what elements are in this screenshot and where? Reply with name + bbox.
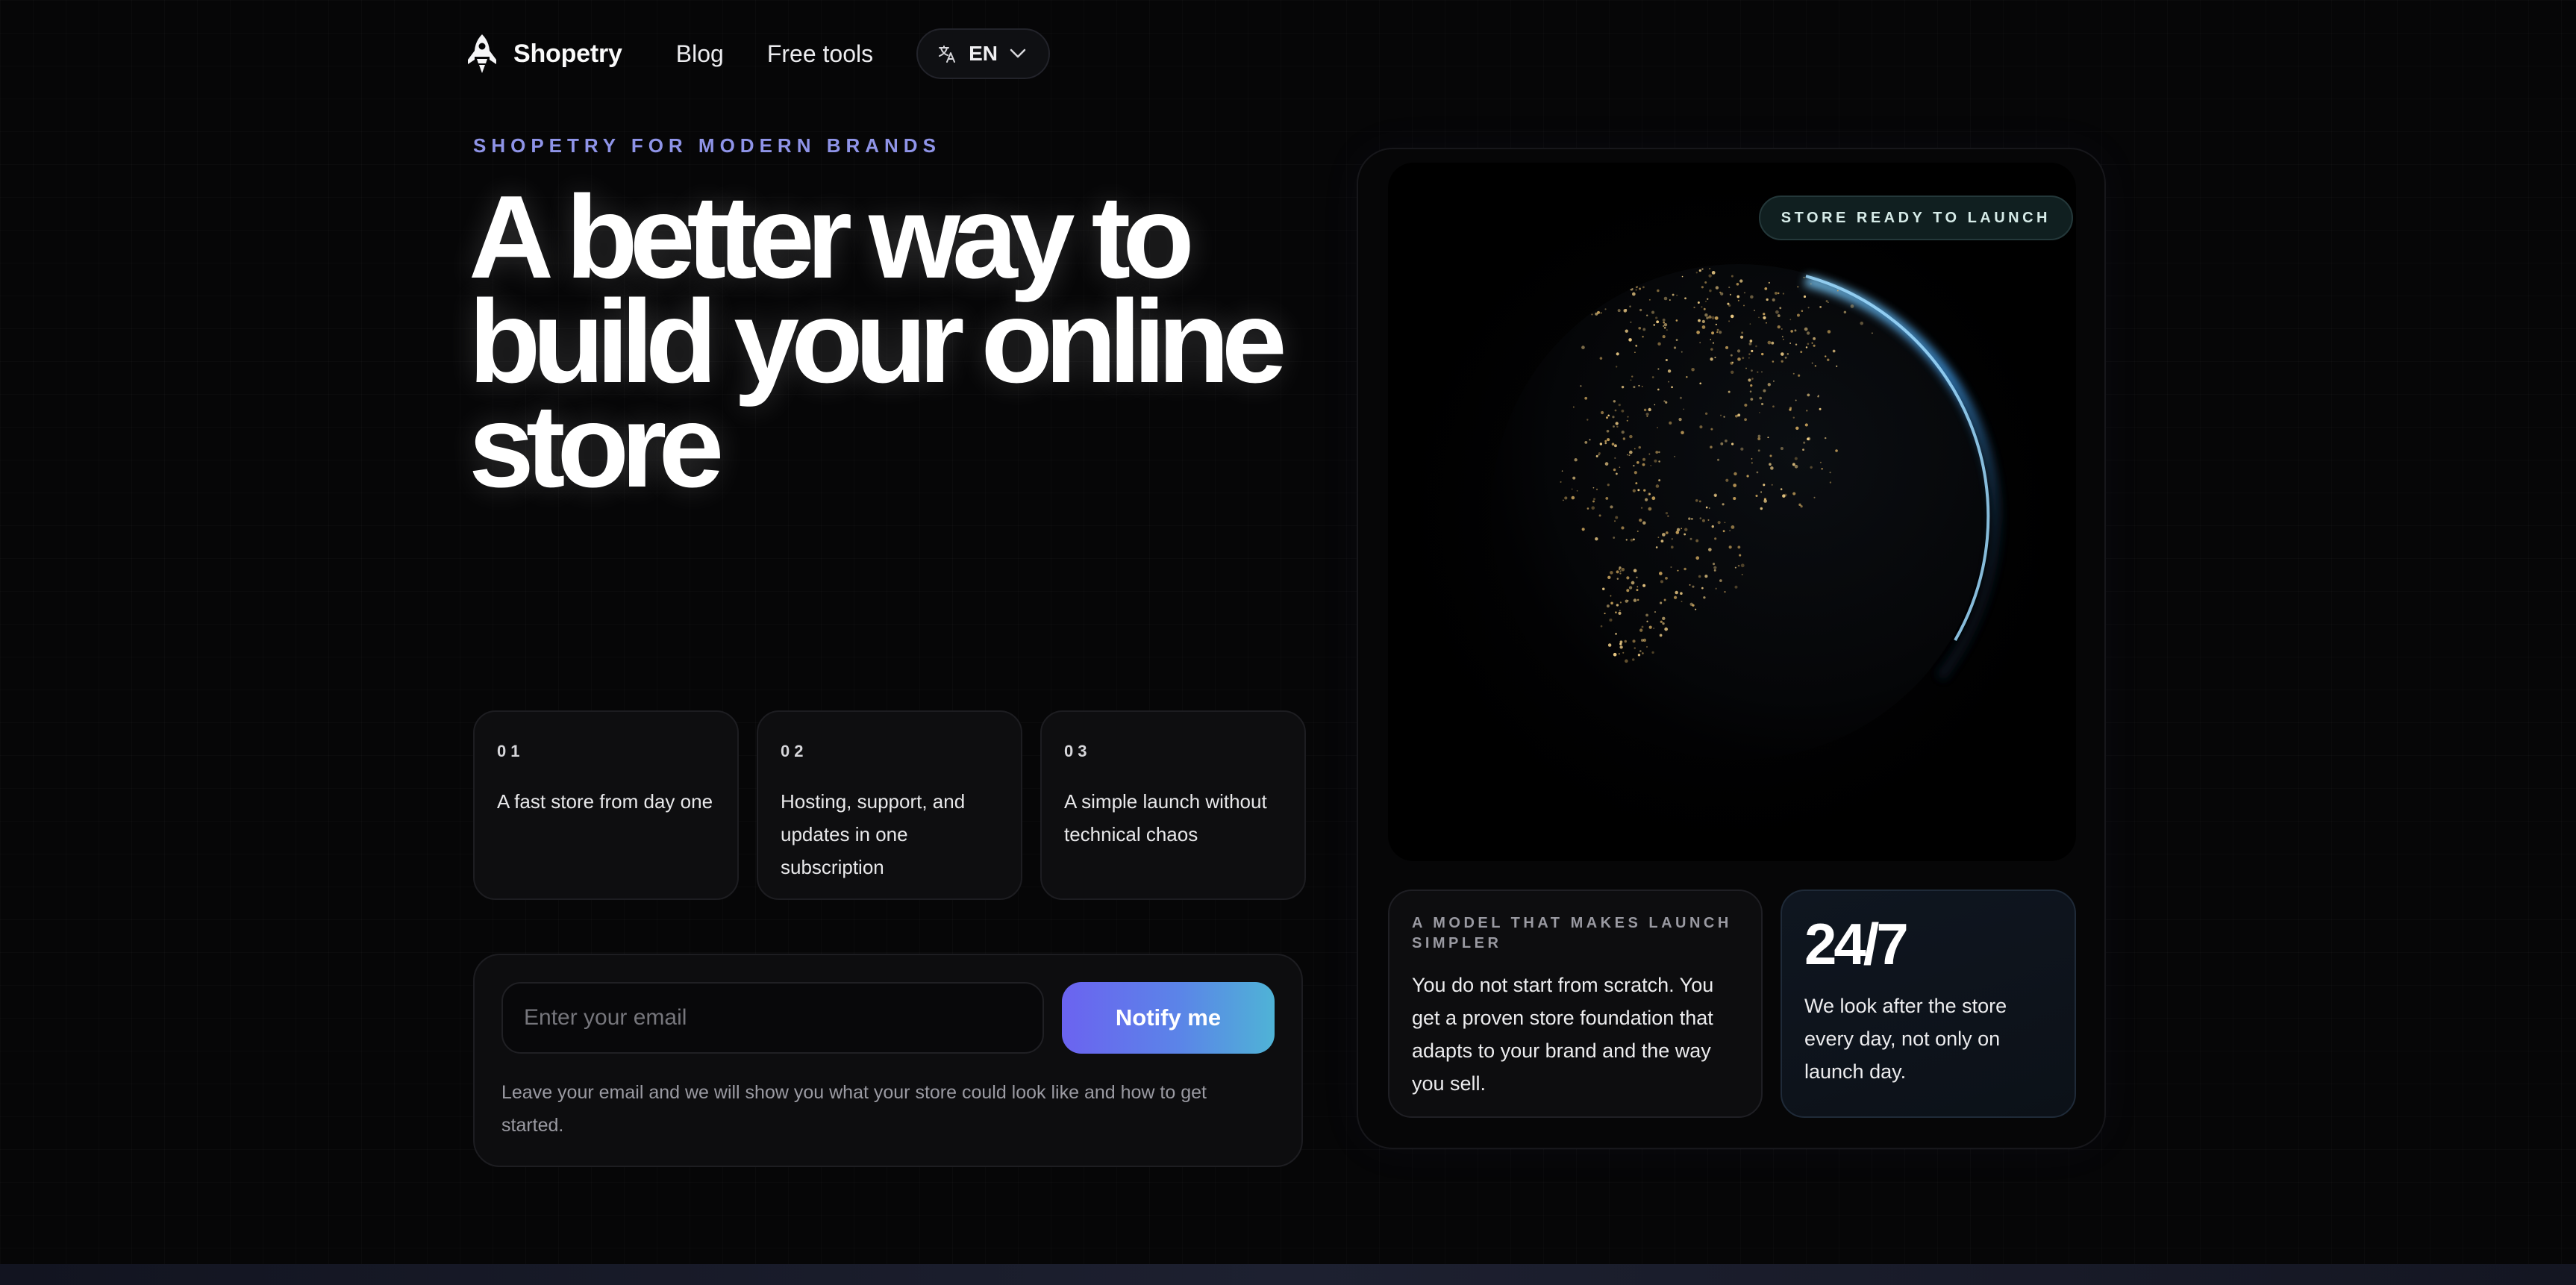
model-eyebrow: A MODEL THAT MAKES LAUNCH SIMPLER [1412, 915, 1732, 951]
feature-card: 03 A simple launch without technical cha… [1040, 710, 1306, 900]
feature-text: Hosting, support, and updates in one sub… [781, 790, 966, 878]
hero-eyebrow: SHOPETRY FOR MODERN BRANDS [473, 134, 941, 157]
availability-card: 24/7 We look after the store every day, … [1781, 890, 2076, 1118]
language-selector[interactable]: EN [916, 28, 1050, 79]
feature-card: 01 A fast store from day one [473, 710, 739, 900]
brand-name: Shopetry [513, 39, 622, 68]
bottom-edge [0, 1264, 2576, 1285]
globe-image: STORE READY TO LAUNCH [1388, 163, 2076, 861]
notify-me-button[interactable]: Notify me [1062, 982, 1275, 1054]
feature-card: 02 Hosting, support, and updates in one … [757, 710, 1022, 900]
feature-number: 03 [1064, 742, 1092, 760]
availability-text: We look after the store every day, not o… [1804, 995, 2007, 1083]
chevron-down-icon [1010, 49, 1026, 58]
page: Shopetry Blog Free tools EN SHOPETRY FOR… [0, 0, 2576, 1285]
store-status-badge: STORE READY TO LAUNCH [1758, 196, 2073, 240]
feature-text: A simple launch without technical chaos [1064, 790, 1267, 845]
feature-text: A fast store from day one [497, 790, 713, 813]
signup-note: Leave your email and we will show you wh… [501, 1082, 1207, 1136]
feature-number: 02 [781, 742, 808, 760]
rocket-icon [468, 34, 496, 73]
top-nav: Shopetry Blog Free tools EN [464, 27, 1050, 81]
translate-icon [939, 46, 956, 63]
hero-headline: A better way to build your online store [469, 172, 1287, 512]
signup-card: Notify me Leave your email and we will s… [473, 954, 1303, 1167]
nav-link-free-tools[interactable]: Free tools [767, 40, 873, 68]
availability-value: 24/7 [1804, 911, 1909, 977]
feature-number: 01 [497, 742, 525, 760]
model-card: A MODEL THAT MAKES LAUNCH SIMPLER You do… [1388, 890, 1763, 1118]
feature-list: 01 A fast store from day one 02 Hosting,… [473, 710, 1306, 900]
language-label: EN [969, 42, 998, 65]
hero-visual-card: STORE READY TO LAUNCH A MODEL THAT MAKES… [1357, 148, 2106, 1149]
model-text: You do not start from scratch. You get a… [1412, 974, 1714, 1095]
brand-logo[interactable]: Shopetry [464, 33, 622, 75]
signup-form: Notify me [501, 982, 1275, 1054]
nav-link-blog[interactable]: Blog [676, 40, 724, 68]
email-input[interactable] [501, 982, 1044, 1054]
